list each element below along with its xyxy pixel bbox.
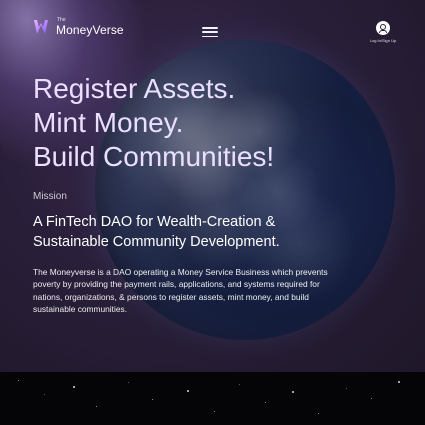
mission-subheading: A FinTech DAO for Wealth-Creation & Sust… xyxy=(33,212,393,252)
headline-line-1: Register Assets. xyxy=(33,73,236,104)
star xyxy=(96,406,97,407)
star xyxy=(371,398,372,399)
login-signup-label: Log In/Sign Up xyxy=(369,38,397,43)
starfield-section xyxy=(0,372,425,425)
section-label-mission: Mission xyxy=(33,191,67,202)
star xyxy=(152,399,153,400)
brand-wordmark: The MoneyVerse xyxy=(56,17,124,37)
headline-line-2: Mint Money. xyxy=(33,107,184,138)
moneyverse-logo-icon xyxy=(34,20,48,34)
headline-line-3: Build Communities! xyxy=(33,141,275,172)
mission-description: The Moneyverse is a DAO operating a Mone… xyxy=(33,267,328,315)
star xyxy=(265,402,266,403)
brand-name: MoneyVerse xyxy=(56,23,124,37)
login-signup-button[interactable]: Log In/Sign Up xyxy=(369,21,397,43)
hero-section: The MoneyVerse Log In/Sign Up Register A… xyxy=(0,0,425,372)
hamburger-menu-icon xyxy=(202,27,218,29)
star xyxy=(18,380,19,381)
top-nav: The MoneyVerse Log In/Sign Up xyxy=(0,0,425,60)
star xyxy=(239,384,240,385)
star xyxy=(73,386,75,388)
user-icon xyxy=(376,21,390,35)
hamburger-menu-icon xyxy=(202,31,218,33)
star xyxy=(214,411,215,412)
subheading-line-2: Sustainable Community Development. xyxy=(33,234,280,250)
menu-button[interactable] xyxy=(202,27,218,37)
brand-logo[interactable]: The MoneyVerse xyxy=(32,18,124,36)
hamburger-menu-icon xyxy=(202,35,218,37)
star xyxy=(346,388,347,389)
star xyxy=(44,394,45,395)
brand-small-text: The xyxy=(57,17,66,23)
star xyxy=(292,391,294,393)
hero-headline: Register Assets. Mint Money. Build Commu… xyxy=(33,72,393,174)
star xyxy=(187,390,189,392)
star xyxy=(398,381,400,383)
star xyxy=(128,382,129,383)
hero-content: Register Assets. Mint Money. Build Commu… xyxy=(33,72,393,316)
page: The MoneyVerse Log In/Sign Up Register A… xyxy=(0,0,425,425)
subheading-line-1: A FinTech DAO for Wealth-Creation & xyxy=(33,214,276,230)
star xyxy=(318,413,319,414)
